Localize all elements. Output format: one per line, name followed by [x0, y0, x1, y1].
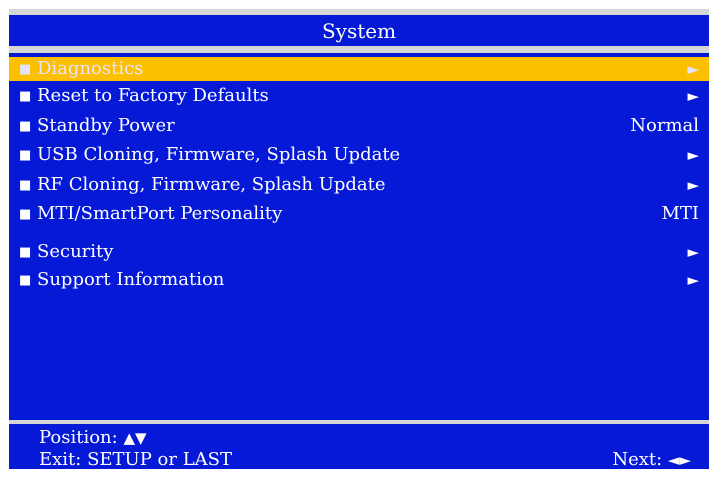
menu-item-label: Support Information	[37, 269, 225, 290]
bullet-icon: ■	[19, 148, 32, 163]
menu-item-usb-cloning[interactable]: ■ USB Cloning, Firmware, Splash Update ►	[9, 143, 709, 167]
menu-item-reset-factory-defaults[interactable]: ■ Reset to Factory Defaults ►	[9, 84, 709, 108]
menu-item-label: Security	[37, 241, 114, 262]
bullet-icon: ■	[19, 89, 32, 104]
bullet-icon: ■	[19, 207, 32, 222]
system-menu-screen: System ■ Diagnostics ► ■ Reset to Factor…	[9, 9, 709, 471]
position-label: Position:	[39, 427, 118, 448]
title-bar: System	[9, 9, 709, 46]
bullet-icon: ■	[19, 273, 32, 288]
menu-item-support-information[interactable]: ■ Support Information ►	[9, 268, 709, 292]
menu-item-rf-cloning[interactable]: ■ RF Cloning, Firmware, Splash Update ►	[9, 173, 709, 197]
menu-item-label: MTI/SmartPort Personality	[37, 203, 283, 224]
menu-item-mti-smartport[interactable]: ■ MTI/SmartPort Personality MTI	[9, 202, 709, 226]
menu-item-value: MTI	[661, 203, 699, 224]
arrow-right-icon: ►	[687, 87, 699, 105]
menu-item-label: Diagnostics	[37, 58, 144, 79]
menu-item-label: Reset to Factory Defaults	[37, 85, 269, 106]
arrow-right-icon: ►	[687, 60, 699, 78]
arrow-right-icon: ►	[687, 146, 699, 164]
page-title: System	[321, 19, 397, 43]
bullet-icon: ■	[19, 62, 32, 77]
menu-item-value: Normal	[630, 115, 699, 136]
arrow-right-icon: ►	[687, 271, 699, 289]
arrow-right-icon: ►	[687, 176, 699, 194]
next-hint: Next: ◄►	[612, 449, 691, 471]
bullet-icon: ■	[19, 245, 32, 260]
position-hint: Position: ▲▼	[39, 427, 147, 449]
title-divider	[9, 46, 709, 53]
menu-item-standby-power[interactable]: ■ Standby Power Normal	[9, 114, 709, 138]
menu-item-security[interactable]: ■ Security ►	[9, 240, 709, 264]
bullet-icon: ■	[19, 119, 32, 134]
left-right-arrows-icon: ◄►	[667, 451, 691, 469]
menu-item-label: Standby Power	[37, 115, 175, 136]
arrow-right-icon: ►	[687, 243, 699, 261]
up-down-arrows-icon: ▲▼	[123, 429, 147, 447]
menu-item-label: USB Cloning, Firmware, Splash Update	[37, 144, 401, 165]
menu-item-diagnostics[interactable]: ■ Diagnostics ►	[9, 57, 709, 81]
next-label: Next:	[612, 449, 663, 470]
bullet-icon: ■	[19, 178, 32, 193]
footer: Position: ▲▼ Exit: SETUP or LAST Next: ◄…	[9, 424, 709, 471]
exit-hint: Exit: SETUP or LAST	[39, 449, 232, 470]
menu-item-label: RF Cloning, Firmware, Splash Update	[37, 174, 386, 195]
